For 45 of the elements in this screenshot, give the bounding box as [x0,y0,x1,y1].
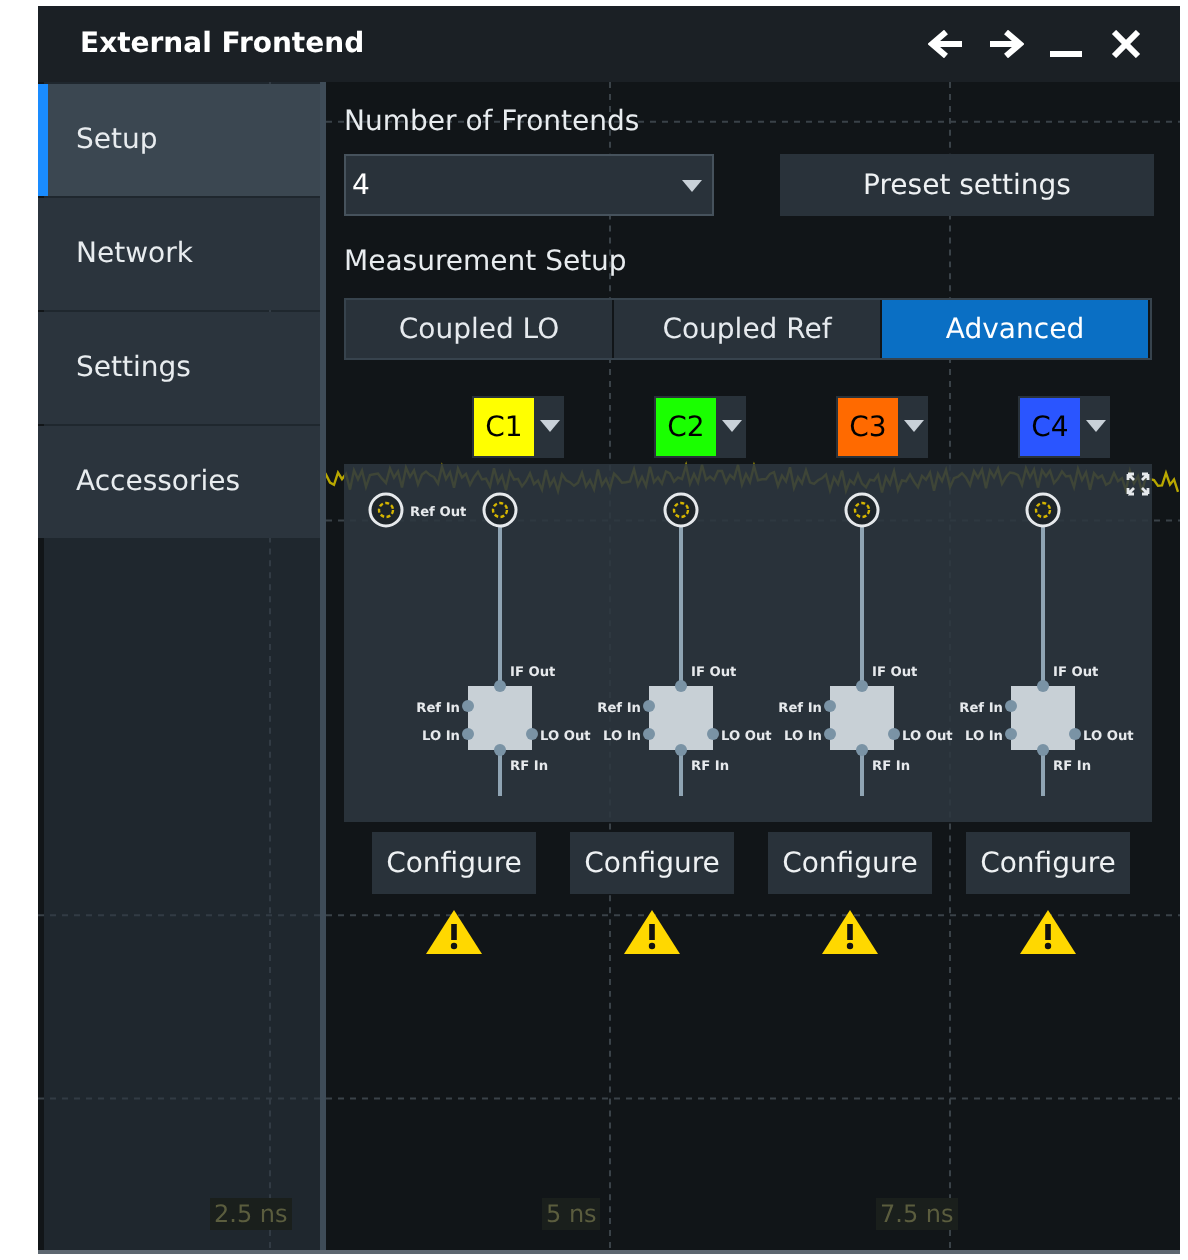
section-label: Measurement Setup [344,246,629,282]
axis-label: 2.5 ns [210,1198,292,1230]
channel-swatch: C1 [474,398,534,456]
configure-button[interactable]: Configure [570,832,734,894]
channel-swatch: C2 [656,398,716,456]
channel-port-icon[interactable] [1025,492,1061,528]
caret-icon [682,179,702,191]
channel-swatch: C4 [1020,398,1080,456]
frontends-dropdown[interactable]: 4 [344,154,714,216]
field-label: Number of Frontends [344,106,642,142]
mode-tab[interactable]: Advanced [882,300,1150,358]
preset-settings-button[interactable]: Preset settings [780,154,1154,216]
axis-label: 7.5 ns [876,1198,958,1230]
caret-icon [722,420,742,432]
caret-icon [1086,420,1106,432]
sidebar-item[interactable]: Network [38,198,320,310]
channel-selector[interactable]: C3 [836,396,928,458]
channel-selector[interactable]: C4 [1018,396,1110,458]
mode-tab[interactable]: Coupled Ref [614,300,882,358]
mixer-block [643,680,719,756]
sidebar-item[interactable]: Accessories [38,426,320,538]
forward-arrow-icon[interactable] [988,30,1024,58]
configure-button[interactable]: Configure [966,832,1130,894]
configure-button[interactable]: Configure [372,832,536,894]
reference-port-icon[interactable] [368,492,404,528]
back-arrow-icon[interactable] [928,30,964,58]
close-icon[interactable] [1108,30,1144,58]
mixer-block [824,680,900,756]
expand-icon[interactable] [1126,472,1150,496]
axis-label: 5 ns [542,1198,601,1230]
channel-selector[interactable]: C1 [472,396,564,458]
mixer-block [462,680,538,756]
channel-port-icon[interactable] [482,492,518,528]
configure-button[interactable]: Configure [768,832,932,894]
sidebar-item[interactable]: Settings [38,312,320,424]
caret-icon [540,420,560,432]
channel-port-icon[interactable] [844,492,880,528]
mixer-block [1005,680,1081,756]
mode-tab[interactable]: Coupled LO [346,300,614,358]
channel-swatch: C3 [838,398,898,456]
caret-icon [904,420,924,432]
window-title: External Frontend [80,28,365,60]
channel-selector[interactable]: C2 [654,396,746,458]
sidebar-item[interactable]: Setup [38,84,320,196]
channel-port-icon[interactable] [663,492,699,528]
